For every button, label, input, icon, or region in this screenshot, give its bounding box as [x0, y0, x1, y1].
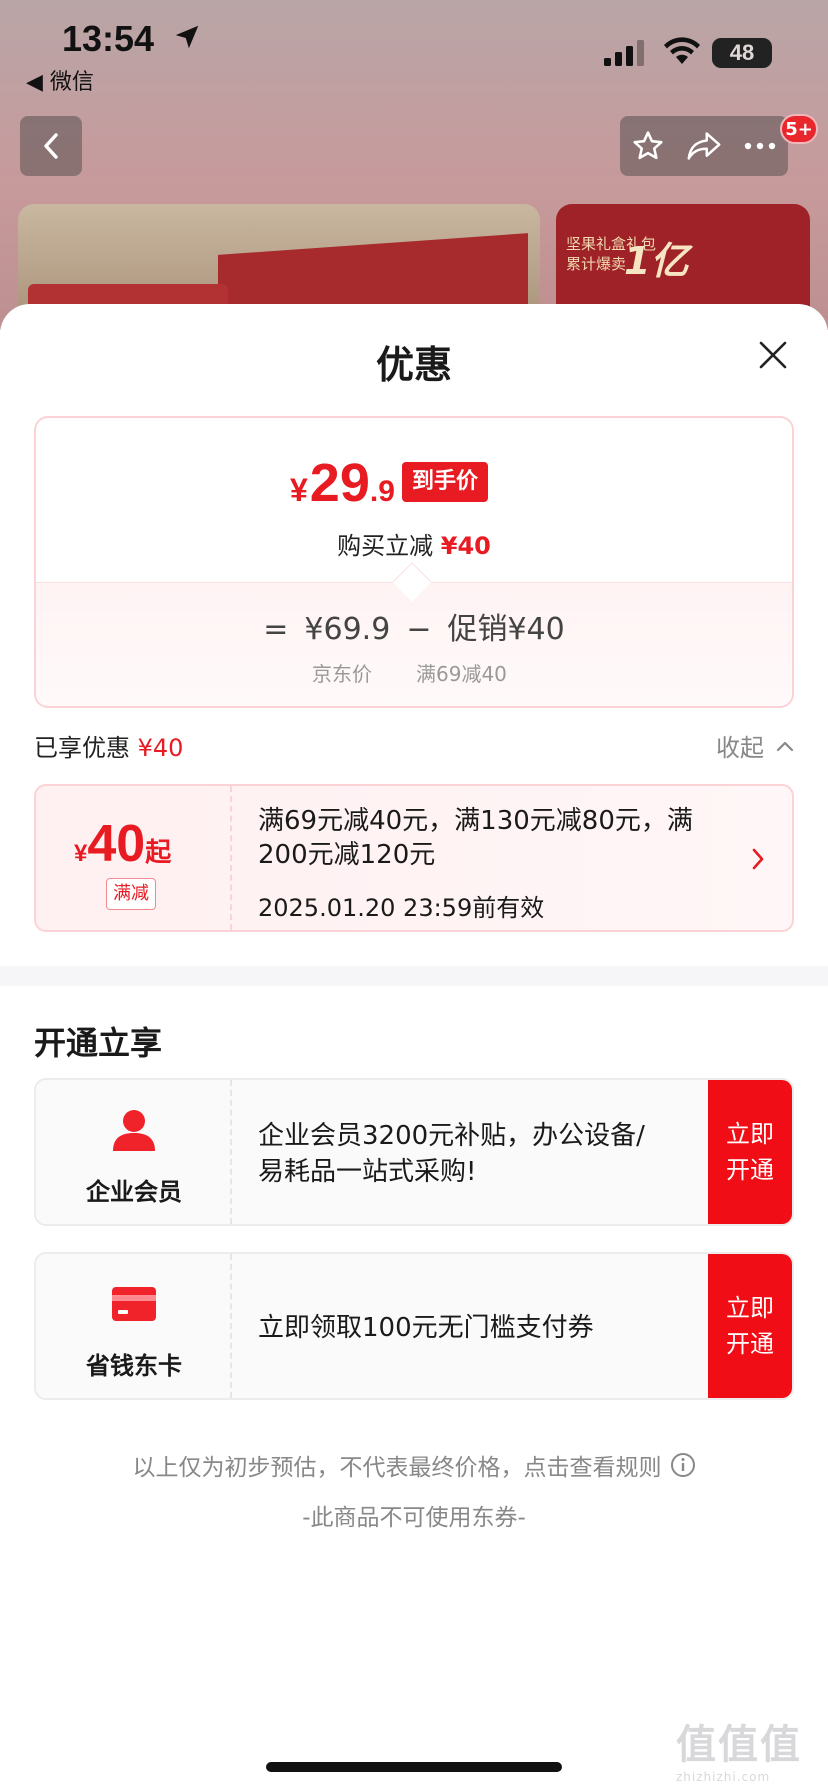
final-price: ¥ 29 .9	[290, 453, 395, 513]
sheet-title: 优惠	[375, 343, 452, 387]
no-coupon-note: -此商品不可使用东券-	[302, 1505, 526, 1531]
close-icon[interactable]	[758, 340, 788, 370]
product-action-bar	[620, 116, 788, 176]
member-card-name: 企业会员	[86, 1178, 182, 1206]
coupon-amount-area: ¥ 40 起 满减	[36, 786, 232, 930]
calc-minus: −	[406, 612, 432, 647]
site-watermark: 值值值 zhizhizhi.com	[676, 1722, 802, 1784]
open-enterprise-button[interactable]: 立即开通	[708, 1080, 792, 1224]
calc-equals: =	[263, 612, 289, 647]
chevron-up-icon	[776, 741, 794, 751]
collapse-button[interactable]: 收起	[716, 728, 796, 763]
open-savings-card-button[interactable]: 立即开通	[708, 1254, 792, 1398]
user-icon	[113, 1110, 155, 1151]
price-breakdown-card: ¥ 29 .9 到手价 购买立减 ¥40 = ¥69.9 − 促销¥40 京东价…	[34, 416, 794, 708]
savings-card[interactable]: 省钱东卡 立即领取100元无门槛支付券 立即开通	[34, 1252, 794, 1400]
coupon-rules: 满69元减40元，满130元减80元，满200元减120元	[258, 806, 693, 870]
section-divider	[0, 966, 828, 986]
star-icon[interactable]	[631, 129, 665, 163]
chevron-left-icon	[44, 133, 58, 159]
coupon-type-badge: 满减	[106, 878, 156, 910]
coupon-amount: ¥ 40 起	[74, 815, 172, 873]
promo-big-number: 1亿	[624, 239, 689, 283]
promo-rule-label: 满69减40	[416, 662, 507, 686]
home-indicator[interactable]	[266, 1762, 562, 1772]
calc-original-price: ¥69.9	[304, 612, 391, 647]
member-card-desc: 企业会员3200元补贴，办公设备/易耗品一站式采购!	[258, 1121, 645, 1187]
product-page-background: 13:54 ◀ 微信 48 5+ 坚果礼盒礼包 累计爆卖 1亿	[0, 0, 828, 330]
notification-badge: 5+	[780, 114, 818, 144]
price-calculation: = ¥69.9 − 促销¥40	[36, 604, 792, 648]
price-disclaimer[interactable]: 以上仅为初步预估，不代表最终价格，点击查看规则	[0, 1448, 828, 1482]
original-price-label: 京东价	[312, 662, 372, 686]
member-card-name: 省钱东卡	[86, 1352, 182, 1380]
chevron-right-icon	[752, 848, 764, 870]
back-button[interactable]	[20, 116, 82, 176]
wifi-icon	[664, 37, 700, 64]
battery-indicator: 48	[712, 38, 772, 68]
info-icon[interactable]	[670, 1452, 696, 1478]
cellular-signal-icon	[604, 40, 644, 66]
calc-promo: 促销¥40	[447, 612, 565, 647]
location-arrow-icon	[175, 25, 199, 49]
enjoyed-discount: 已享优惠 ¥40	[34, 734, 184, 762]
discount-sheet: 优惠 ¥ 29 .9 到手价 购买立减 ¥40 = ¥69.9 − 促销¥40 …	[0, 304, 828, 1792]
member-card-left: 省钱东卡	[36, 1254, 232, 1398]
status-bar: 13:54 ◀ 微信 48	[0, 0, 828, 95]
member-card-desc: 立即领取100元无门槛支付券	[258, 1313, 594, 1343]
enterprise-member-card[interactable]: 企业会员 企业会员3200元补贴，办公设备/易耗品一站式采购! 立即开通	[34, 1078, 794, 1226]
coupon-validity: 2025.01.20 23:59前有效	[258, 894, 545, 922]
credit-card-icon	[112, 1287, 156, 1321]
discount-coupon[interactable]: ¥ 40 起 满减 满69元减40元，满130元减80元，满200元减120元 …	[34, 784, 794, 932]
status-time: 13:54	[62, 18, 155, 59]
final-price-tag: 到手价	[402, 462, 489, 502]
open-section-title: 开通立享	[34, 1024, 163, 1062]
price-reduction-desc: 购买立减 ¥40	[337, 532, 491, 560]
member-card-left: 企业会员	[36, 1080, 232, 1224]
more-icon[interactable]	[743, 141, 777, 151]
share-icon[interactable]	[686, 129, 722, 163]
back-to-wechat[interactable]: ◀ 微信	[26, 64, 94, 96]
